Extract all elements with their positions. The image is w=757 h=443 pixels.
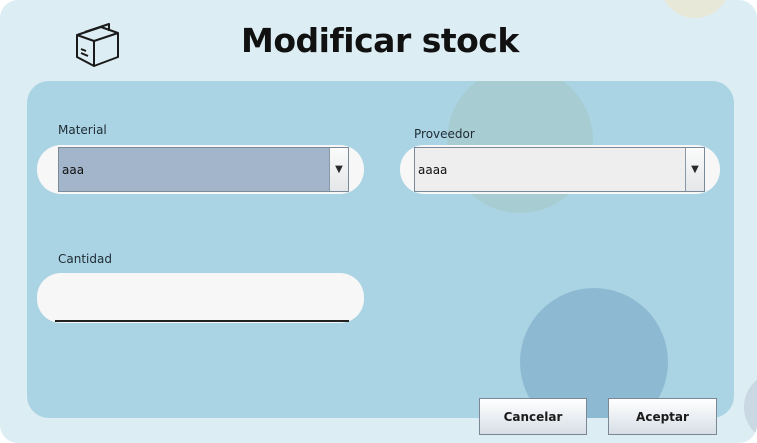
proveedor-select-value: aaaa: [415, 148, 685, 191]
decorative-circle: [660, 0, 730, 18]
material-select-value: aaa: [59, 148, 329, 191]
proveedor-select[interactable]: aaaa ▼: [414, 147, 705, 192]
cantidad-input[interactable]: [55, 285, 349, 322]
proveedor-label: Proveedor: [414, 127, 475, 141]
package-box-icon: [76, 23, 119, 67]
cantidad-label: Cantidad: [58, 252, 112, 266]
material-label: Material: [58, 123, 107, 137]
form-panel: [27, 81, 734, 418]
modify-stock-window: Modificar stock Material aaa ▼ Proveedor…: [0, 0, 757, 443]
cancel-button[interactable]: Cancelar: [479, 398, 587, 435]
page-title: Modificar stock: [241, 21, 519, 60]
accept-button[interactable]: Aceptar: [608, 398, 717, 435]
chevron-down-icon[interactable]: ▼: [329, 148, 348, 191]
material-select[interactable]: aaa ▼: [58, 147, 349, 192]
decorative-circle: [744, 372, 757, 442]
chevron-down-icon[interactable]: ▼: [685, 148, 704, 191]
